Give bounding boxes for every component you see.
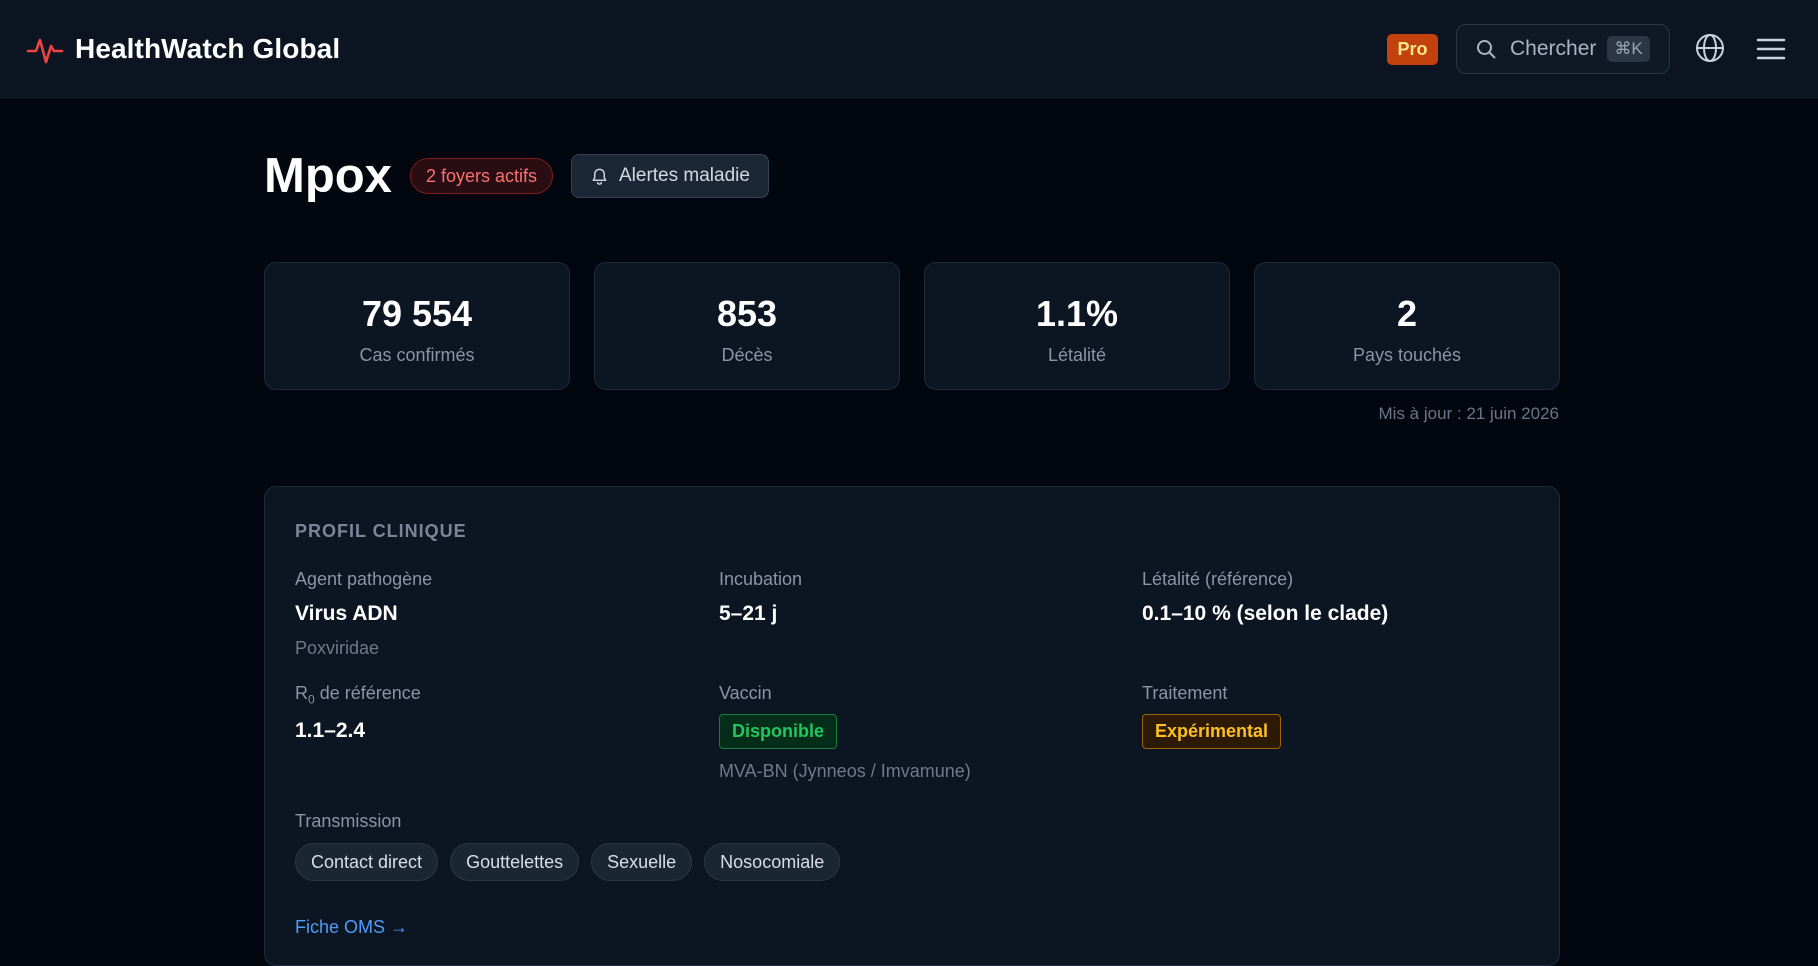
treatment-status-badge: Expérimental <box>1142 714 1282 749</box>
r0-field: R0 de référence 1.1–2.4 <box>295 683 421 743</box>
pro-badge[interactable]: Pro <box>1387 34 1438 65</box>
stat-value: 79 554 <box>361 293 473 334</box>
vaccine-status-badge: Disponible <box>719 714 838 749</box>
stat-value: 2 <box>1396 293 1418 334</box>
disease-alerts-button[interactable]: Alertes maladie <box>570 154 769 198</box>
field-label: Létalité (référence) <box>1142 569 1294 589</box>
search-icon <box>1477 40 1496 59</box>
section-title: PROFIL CLINIQUE <box>295 521 467 541</box>
field-value: 0.1–10 % (selon le clade) <box>1142 602 1389 625</box>
field-value: 5–21 j <box>719 602 778 625</box>
globe-icon[interactable] <box>1694 32 1726 64</box>
search-shortcut-hint: ⌘K <box>1607 36 1650 62</box>
stat-label: Létalité <box>1047 345 1107 365</box>
r0-label-suffix: de référence <box>314 683 421 703</box>
stat-label: Cas confirmés <box>359 345 475 365</box>
search-placeholder: Chercher <box>1510 37 1597 60</box>
field-label: R0 de référence <box>295 683 421 707</box>
brand-logo-link[interactable]: HealthWatch Global <box>26 29 340 69</box>
field-label: Traitement <box>1142 683 1228 703</box>
last-updated-text: Mis à jour : 21 juin 2026 <box>1378 404 1560 423</box>
transmission-tags: Contact direct Gouttelettes Sexuelle Nos… <box>295 843 841 881</box>
r0-label-subscript: 0 <box>308 692 315 707</box>
clinical-profile-card: PROFIL CLINIQUE Agent pathogène Virus AD… <box>264 486 1560 966</box>
active-outbreaks-badge[interactable]: 2 foyers actifs <box>409 158 553 194</box>
incubation-field: Incubation 5–21 j <box>719 569 802 626</box>
r0-label-prefix: R <box>295 683 308 703</box>
transmission-field: Transmission <box>295 811 401 832</box>
stat-card-confirmed-cases: 79 554 Cas confirmés <box>264 262 570 390</box>
field-value: 1.1–2.4 <box>295 718 366 742</box>
transmission-tag[interactable]: Contact direct <box>295 843 439 881</box>
field-label: Vaccin <box>719 683 772 703</box>
page-title: Mpox <box>264 149 392 203</box>
who-factsheet-link[interactable]: Fiche OMS → <box>295 917 408 938</box>
bell-icon <box>592 168 607 185</box>
field-subtext: MVA-BN (Jynneos / Imvamune) <box>719 761 971 781</box>
vaccine-field: Vaccin Disponible MVA-BN (Jynneos / Imva… <box>719 683 971 782</box>
field-label: Incubation <box>719 569 803 589</box>
stat-label: Décès <box>721 345 773 365</box>
stat-value: 1.1% <box>1035 293 1119 334</box>
transmission-tag[interactable]: Sexuelle <box>591 843 693 881</box>
reference-lethality-field: Létalité (référence) 0.1–10 % (selon le … <box>1142 569 1388 626</box>
disease-header: Mpox 2 foyers actifs Alertes maladie <box>264 149 769 203</box>
field-label: Agent pathogène <box>295 569 433 589</box>
field-subtext: Poxviridae <box>295 638 380 658</box>
transmission-tag[interactable]: Nosocomiale <box>704 843 841 881</box>
heartbeat-icon <box>26 38 64 64</box>
stat-card-lethality: 1.1% Létalité <box>924 262 1230 390</box>
stat-card-deaths: 853 Décès <box>594 262 900 390</box>
treatment-field: Traitement Expérimental <box>1142 683 1282 749</box>
stat-card-countries: 2 Pays touchés <box>1254 262 1560 390</box>
hamburger-menu-icon[interactable] <box>1756 34 1786 64</box>
search-button[interactable]: Chercher ⌘K <box>1456 24 1670 74</box>
disease-alerts-label: Alertes maladie <box>618 165 750 186</box>
stat-value: 853 <box>716 293 778 334</box>
field-value: Virus ADN <box>295 602 398 625</box>
pathogen-field: Agent pathogène Virus ADN Poxviridae <box>295 569 432 659</box>
top-navigation-bar: HealthWatch Global Pro Chercher ⌘K <box>0 0 1818 98</box>
stat-label: Pays touchés <box>1352 345 1462 365</box>
brand-name: HealthWatch Global <box>75 33 341 64</box>
field-label: Transmission <box>295 811 402 831</box>
transmission-tag[interactable]: Gouttelettes <box>450 843 580 881</box>
